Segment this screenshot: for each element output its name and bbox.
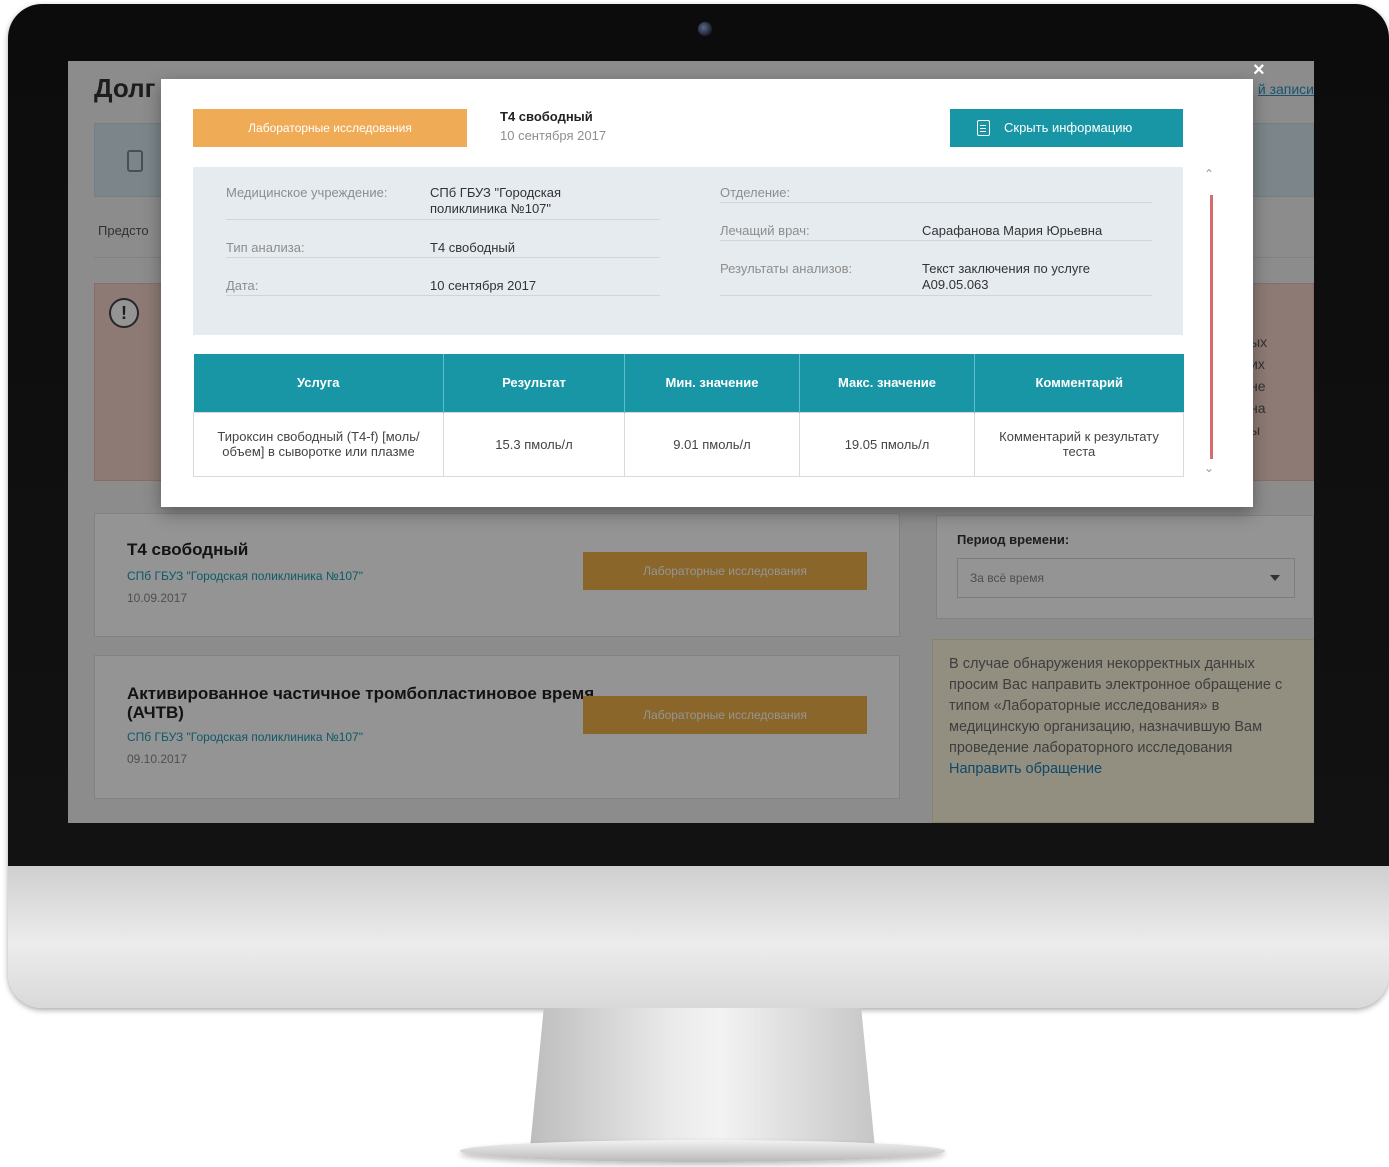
camera-icon bbox=[698, 22, 712, 36]
institution-label: Медицинское учреждение: bbox=[226, 185, 388, 200]
hide-info-button[interactable]: Скрыть информацию bbox=[950, 109, 1183, 147]
divider bbox=[720, 240, 1152, 241]
results-value: Текст заключения по услуге А09.05.063 bbox=[922, 261, 1091, 292]
result-cell: 15.3 пмоль/л bbox=[443, 411, 625, 477]
divider bbox=[720, 295, 1152, 296]
date-label: Дата: bbox=[226, 278, 259, 293]
scroll-down-icon[interactable]: ⌄ bbox=[1204, 461, 1214, 475]
date-value: 10 сентября 2017 bbox=[430, 278, 537, 293]
comment-cell: Комментарий к результату теста bbox=[974, 411, 1184, 477]
divider bbox=[226, 295, 660, 296]
column-header: Макс. значение bbox=[799, 354, 975, 412]
institution-value: СПб ГБУЗ "Городская поликлиника №107" bbox=[430, 185, 562, 216]
doctor-value: Сарафанова Мария Юрьевна bbox=[922, 223, 1103, 238]
column-header: Результат bbox=[443, 354, 625, 412]
table-row: Тироксин свободный (Т4-f) [моль/объем] в… bbox=[193, 411, 1184, 477]
table-header-row: Услуга Результат Мин. значение Макс. зна… bbox=[193, 354, 1184, 412]
analysis-modal: Лабораторные исследования Т4 свободный 1… bbox=[161, 79, 1253, 507]
modal-title: Т4 свободный bbox=[500, 109, 593, 124]
column-header: Комментарий bbox=[974, 354, 1184, 412]
hide-info-label: Скрыть информацию bbox=[1004, 120, 1133, 135]
category-tag: Лабораторные исследования bbox=[193, 109, 467, 147]
details-panel: Медицинское учреждение: СПб ГБУЗ "Городс… bbox=[193, 167, 1183, 335]
max-value-cell: 19.05 пмоль/л bbox=[799, 411, 975, 477]
analysis-value: Т4 свободный bbox=[430, 240, 516, 255]
column-header: Услуга bbox=[193, 354, 444, 412]
analysis-label: Тип анализа: bbox=[226, 240, 305, 255]
screen: Долг й записи Предсто ! ых их не на ы Т4… bbox=[68, 61, 1314, 823]
results-label: Результаты анализов: bbox=[720, 261, 853, 276]
divider bbox=[226, 219, 660, 220]
monitor-chin bbox=[8, 866, 1389, 1008]
divider bbox=[720, 202, 1152, 203]
scrollbar[interactable] bbox=[1210, 195, 1213, 459]
doctor-label: Лечащий врач: bbox=[720, 223, 810, 238]
min-value-cell: 9.01 пмоль/л bbox=[624, 411, 800, 477]
divider bbox=[226, 257, 660, 258]
results-table: Услуга Результат Мин. значение Макс. зна… bbox=[193, 354, 1184, 477]
monitor-base bbox=[460, 1140, 945, 1162]
column-header: Мин. значение bbox=[624, 354, 800, 412]
modal-date: 10 сентября 2017 bbox=[500, 128, 607, 143]
service-cell: Тироксин свободный (Т4-f) [моль/объем] в… bbox=[193, 411, 444, 477]
close-icon[interactable]: × bbox=[1253, 61, 1265, 82]
document-icon bbox=[977, 120, 990, 136]
scroll-up-icon[interactable]: ⌃ bbox=[1204, 167, 1214, 181]
department-label: Отделение: bbox=[720, 185, 791, 200]
monitor-stand bbox=[530, 1008, 875, 1148]
